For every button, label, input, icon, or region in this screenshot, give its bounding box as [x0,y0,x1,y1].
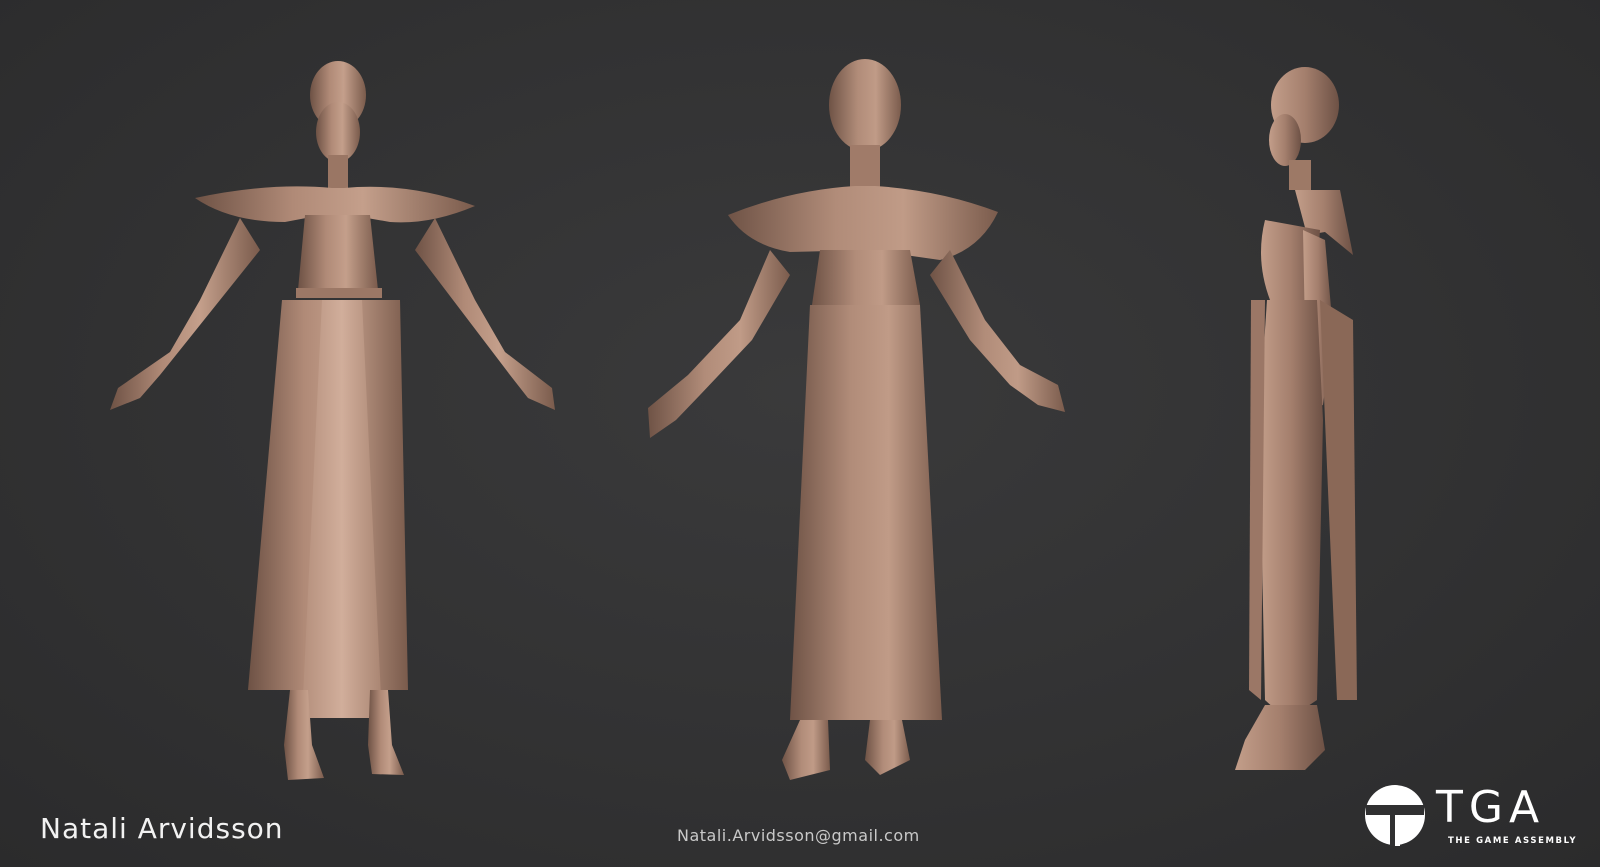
tga-logo-fullname: THE GAME ASSEMBLY [1448,836,1578,846]
artist-name: Natali Arvidsson [40,812,284,845]
character-back-view [640,0,1080,800]
character-front-view [100,0,570,800]
turnaround-stage [0,0,1600,867]
tga-logo: TGA THE GAME ASSEMBLY [1364,782,1580,850]
tga-logo-mark-icon [1365,785,1425,846]
tga-logo-acronym: TGA [1436,782,1546,833]
artist-email: Natali.Arvidsson@gmail.com [677,826,920,845]
character-side-view [1225,0,1385,800]
